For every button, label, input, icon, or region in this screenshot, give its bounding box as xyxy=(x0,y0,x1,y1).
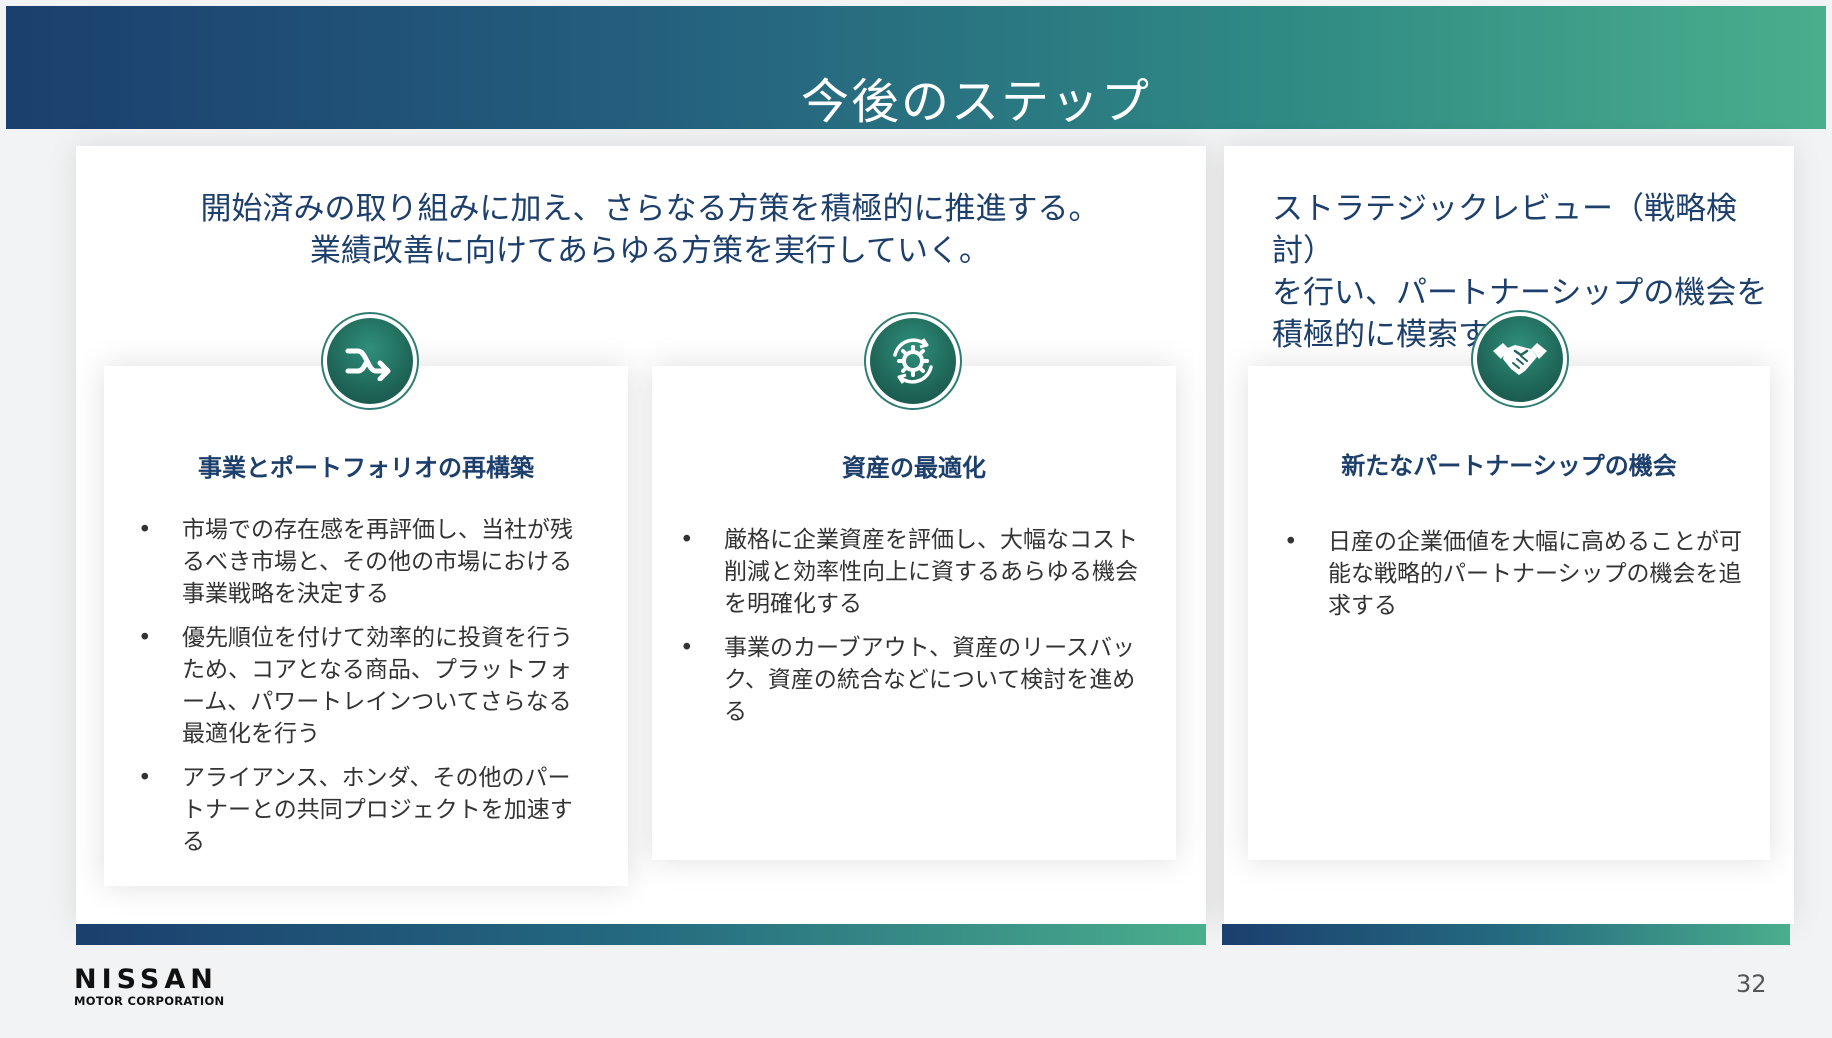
nissan-logo: NISSAN MOTOR CORPORATION xyxy=(74,964,225,1009)
bullet-list-portfolio: 市場での存在感を再評価し、当社が残るべき市場と、その他の市場における事業戦略を決… xyxy=(138,514,592,870)
gear-cycle-icon xyxy=(864,312,962,410)
list-item: 優先順位を付けて効率的に投資を行うため、コアとなる商品、プラットフォーム、パワー… xyxy=(138,622,592,750)
card-title-portfolio: 事業とポートフォリオの再構築 xyxy=(198,454,534,482)
bullet-list-partnership: 日産の企業価値を大幅に高めることが可能な戦略的パートナーシップの機会を追求する xyxy=(1284,526,1748,634)
card-title-asset-optimization: 資産の最適化 xyxy=(842,454,986,482)
bullet-list-asset-optimization: 厳格に企業資産を評価し、大幅なコスト削減と効率性向上に資するあらゆる機会を明確化… xyxy=(680,524,1144,740)
right-lead-line-1: ストラテジックレビュー（戦略検討） xyxy=(1272,191,1737,269)
handshake-icon xyxy=(1471,310,1569,408)
list-item: 日産の企業価値を大幅に高めることが可能な戦略的パートナーシップの機会を追求する xyxy=(1284,526,1748,622)
left-lead-line-1: 開始済みの取り組みに加え、さらなる方策を積極的に推進する。 xyxy=(200,191,1100,227)
slide: 今後のステップ 開始済みの取り組みに加え、さらなる方策を積極的に推進する。 業績… xyxy=(0,0,1832,1038)
left-bottom-bar xyxy=(76,924,1206,945)
merge-arrow-icon xyxy=(321,312,419,410)
page-number: 32 xyxy=(1736,970,1767,998)
left-lead-line-2: 業績改善に向けてあらゆる方策を実行していく。 xyxy=(309,233,991,269)
card-title-partnership: 新たなパートナーシップの機会 xyxy=(1341,452,1677,480)
list-item: アライアンス、ホンダ、その他のパートナーとの共同プロジェクトを加速する xyxy=(138,762,592,858)
logo-wordmark: NISSAN xyxy=(74,964,218,995)
left-lead-text: 開始済みの取り組みに加え、さらなる方策を積極的に推進する。 業績改善に向けてあら… xyxy=(150,188,1150,272)
page-title: 今後のステップ xyxy=(800,74,1151,130)
right-bottom-bar xyxy=(1222,924,1790,945)
logo-subtitle: MOTOR CORPORATION xyxy=(74,994,225,1008)
right-lead-line-2: を行い、パートナーシップの機会を xyxy=(1272,275,1768,311)
list-item: 事業のカーブアウト、資産のリースバック、資産の統合などについて検討を進める xyxy=(680,632,1144,728)
header-band: 今後のステップ xyxy=(6,6,1826,130)
list-item: 厳格に企業資産を評価し、大幅なコスト削減と効率性向上に資するあらゆる機会を明確化… xyxy=(680,524,1144,620)
list-item: 市場での存在感を再評価し、当社が残るべき市場と、その他の市場における事業戦略を決… xyxy=(138,514,592,610)
